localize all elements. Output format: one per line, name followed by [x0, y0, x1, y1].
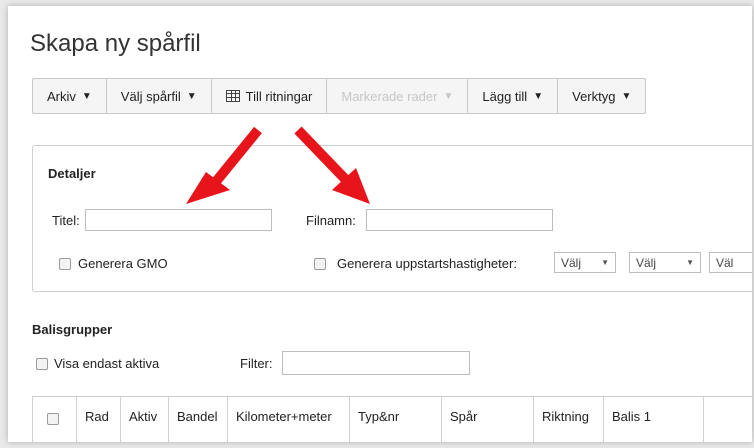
red-arrow-annotation — [186, 126, 262, 204]
red-arrow-annotation — [294, 126, 370, 204]
window: Skapa ny spårfil Arkiv ▼ Välj spårfil ▼ … — [8, 6, 752, 442]
annotation-arrows — [186, 126, 370, 204]
